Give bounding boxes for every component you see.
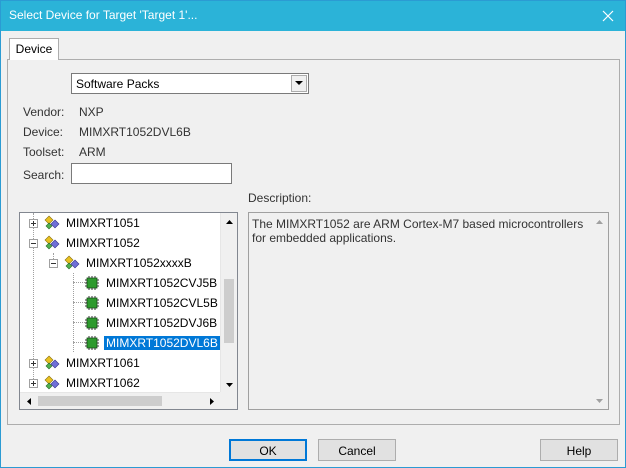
description-scrollbar[interactable] [591, 213, 608, 409]
scroll-up-button[interactable] [221, 213, 237, 230]
arrow-left-icon [26, 398, 31, 405]
tree-node-label: MIMXRT1061 [66, 356, 140, 370]
scroll-left-button[interactable] [20, 393, 37, 409]
scrollbar-corner [220, 392, 237, 409]
chip-icon [85, 276, 99, 290]
tab-device[interactable]: Device [9, 38, 59, 60]
tree-node-label: MIMXRT1052DVL6B [104, 336, 220, 350]
arrow-down-icon [226, 382, 233, 387]
collapse-toggle[interactable] [29, 239, 38, 248]
source-dropdown-value: Software Packs [76, 77, 160, 91]
diamond-group-icon [44, 355, 60, 370]
tree-content: MIMXRT1051 MIMXRT1052 MIMXRT1052xxxxB MI… [20, 213, 220, 393]
tree-node-label: MIMXRT1052 [66, 236, 140, 250]
tree-node-label: MIMXRT1052CVL5B [106, 296, 218, 310]
scroll-right-button[interactable] [203, 393, 220, 409]
cancel-button[interactable]: Cancel [318, 439, 396, 461]
collapse-toggle[interactable] [49, 259, 58, 268]
window-title: Select Device for Target 'Target 1'... [9, 8, 198, 22]
tree-horizontal-scrollbar[interactable] [20, 392, 220, 409]
scroll-down-button[interactable] [591, 392, 608, 409]
close-icon [602, 10, 614, 22]
tree-vertical-scrollbar[interactable] [220, 213, 237, 393]
close-button[interactable] [591, 1, 625, 31]
scroll-up-button[interactable] [591, 213, 608, 230]
diamond-group-icon [44, 235, 60, 250]
tree-line [73, 273, 74, 352]
chevron-down-icon [295, 81, 303, 85]
tree-node-label: MIMXRT1062 [66, 376, 140, 390]
tree-node-label: MIMXRT1051 [66, 216, 140, 230]
chip-icon [85, 316, 99, 330]
description-label: Description: [248, 191, 312, 205]
description-box[interactable]: The MIMXRT1052 are ARM Cortex-M7 based m… [248, 212, 609, 410]
diamond-group-icon [44, 215, 60, 230]
dialog-window: Select Device for Target 'Target 1'... D… [0, 0, 626, 468]
expand-toggle[interactable] [29, 359, 38, 368]
arrow-up-icon [596, 219, 603, 224]
chip-icon [85, 336, 99, 350]
help-button[interactable]: Help [540, 439, 618, 461]
expand-toggle[interactable] [29, 379, 38, 388]
title-bar[interactable]: Select Device for Target 'Target 1'... [1, 1, 625, 31]
toolset-value: ARM [79, 145, 106, 159]
toolset-label: Toolset: [23, 145, 65, 159]
tree-node-label: MIMXRT1052DVJ6B [106, 316, 218, 330]
vendor-label: Vendor: [23, 105, 65, 119]
search-label: Search: [23, 168, 65, 182]
scroll-down-button[interactable] [221, 376, 237, 393]
search-input[interactable] [71, 163, 232, 184]
source-dropdown[interactable]: Software Packs [71, 73, 309, 94]
vendor-value: NXP [79, 105, 104, 119]
device-label: Device: [23, 125, 64, 139]
tree-node-label: MIMXRT1052CVJ5B [106, 276, 218, 290]
chip-icon [85, 296, 99, 310]
dropdown-arrow-button[interactable] [291, 75, 307, 92]
device-value: MIMXRT1052DVL6B [79, 125, 191, 139]
device-tree[interactable]: MIMXRT1051 MIMXRT1052 MIMXRT1052xxxxB MI… [19, 212, 238, 410]
arrow-right-icon [209, 398, 214, 405]
scroll-thumb[interactable] [38, 396, 162, 406]
expand-toggle[interactable] [29, 219, 38, 228]
tree-node-label: MIMXRT1052xxxxB [86, 256, 192, 270]
arrow-up-icon [226, 219, 233, 224]
arrow-down-icon [596, 398, 603, 403]
diamond-group-icon [44, 375, 60, 390]
description-text: The MIMXRT1052 are ARM Cortex-M7 based m… [252, 217, 584, 245]
diamond-group-icon [64, 255, 80, 270]
scroll-thumb[interactable] [224, 279, 234, 343]
ok-button[interactable]: OK [229, 439, 307, 461]
